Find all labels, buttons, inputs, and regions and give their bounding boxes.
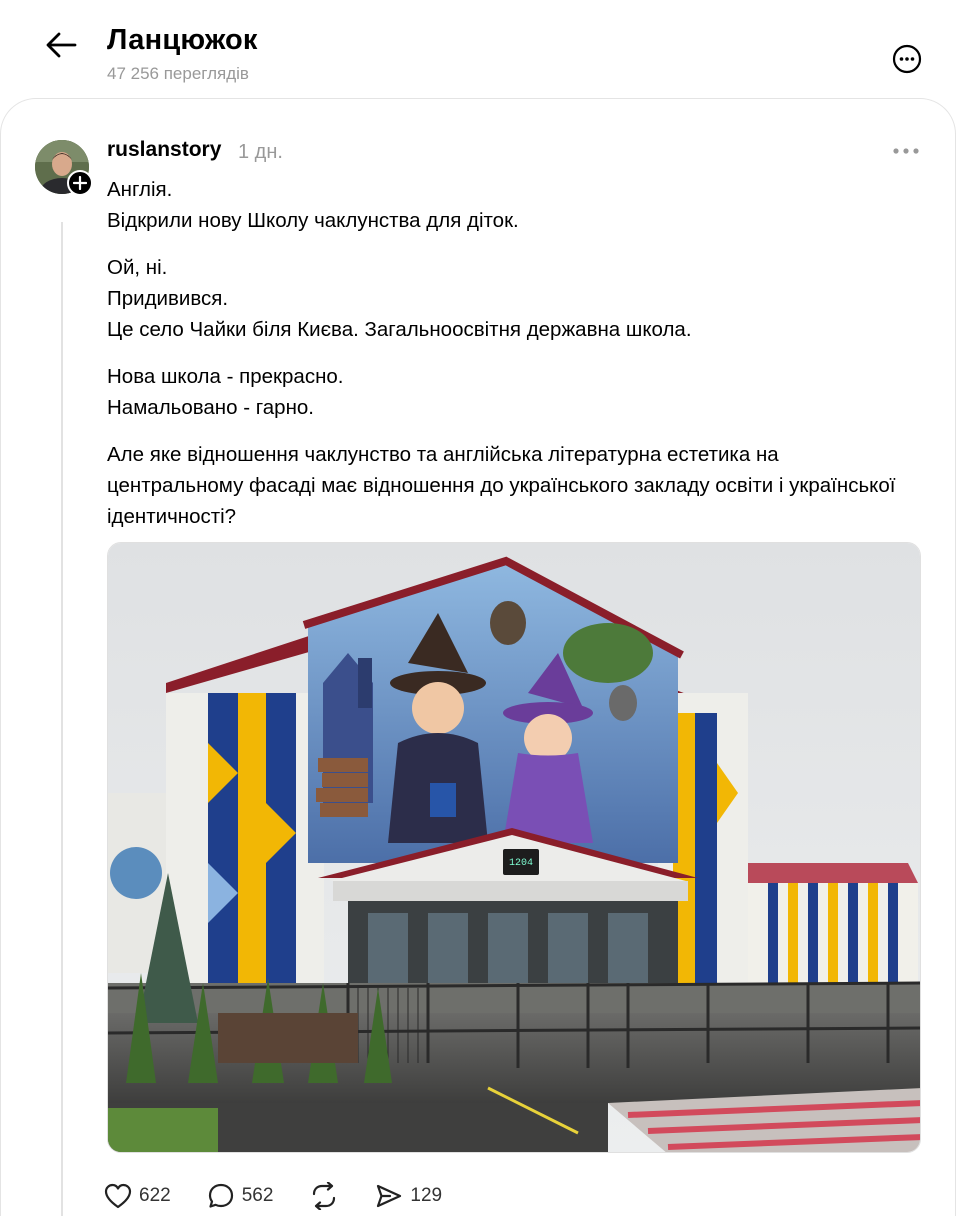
heart-icon (104, 1183, 132, 1209)
back-button[interactable] (40, 24, 82, 66)
thread-options-button[interactable] (888, 40, 926, 78)
text-line: Це село Чайки біля Києва. Загальноосвітн… (107, 318, 692, 341)
share-count: 129 (410, 1185, 443, 1206)
thread-line (61, 222, 63, 1216)
author-avatar-wrap (35, 140, 93, 196)
like-button[interactable]: 622 (104, 1183, 171, 1209)
post-photo[interactable]: 1204 (107, 542, 921, 1153)
post-time: 1 дн. (238, 141, 283, 163)
paragraph: Але яке відношення чаклунство та англійс… (107, 439, 917, 532)
post-actions: 622 562 129 (104, 1178, 478, 1214)
share-button[interactable]: 129 (375, 1183, 442, 1209)
text-line: Але яке відношення чаклунство та англійс… (107, 443, 896, 528)
repost-button[interactable] (309, 1182, 339, 1210)
text-line: Англія. (107, 178, 173, 201)
post-options-button[interactable] (886, 136, 926, 166)
back-arrow-icon (46, 32, 77, 58)
text-line: Нова школа - прекрасно. (107, 365, 344, 388)
text-line: Намальовано - гарно. (107, 396, 314, 419)
post-body: Англія. Відкрили нову Школу чаклунства д… (107, 174, 917, 548)
paragraph: Ой, ні. Придивився. Це село Чайки біля К… (107, 252, 917, 345)
top-bar: Ланцюжок 47 256 переглядів (0, 0, 956, 100)
comment-icon (208, 1183, 233, 1208)
text-line: Відкрили нову Школу чаклунства для діток… (107, 209, 519, 232)
facade-clock: 1204 (509, 858, 533, 869)
page-title: Ланцюжок (107, 24, 258, 56)
more-dots-icon (893, 148, 919, 154)
text-line: Придивився. (107, 287, 229, 310)
share-icon (377, 1184, 402, 1208)
paragraph: Нова школа - прекрасно. Намальовано - га… (107, 361, 917, 423)
reply-count: 562 (241, 1185, 274, 1206)
like-count: 622 (139, 1185, 171, 1206)
view-count: 47 256 переглядів (107, 64, 249, 83)
text-line: Ой, ні. (107, 256, 168, 279)
paragraph: Англія. Відкрили нову Школу чаклунства д… (107, 174, 917, 236)
plus-icon (73, 176, 87, 190)
author-username[interactable]: ruslanstory (107, 138, 221, 162)
more-circle-icon (892, 44, 922, 74)
follow-button[interactable] (67, 170, 93, 196)
repost-icon (313, 1182, 336, 1210)
reply-button[interactable]: 562 (207, 1182, 274, 1210)
